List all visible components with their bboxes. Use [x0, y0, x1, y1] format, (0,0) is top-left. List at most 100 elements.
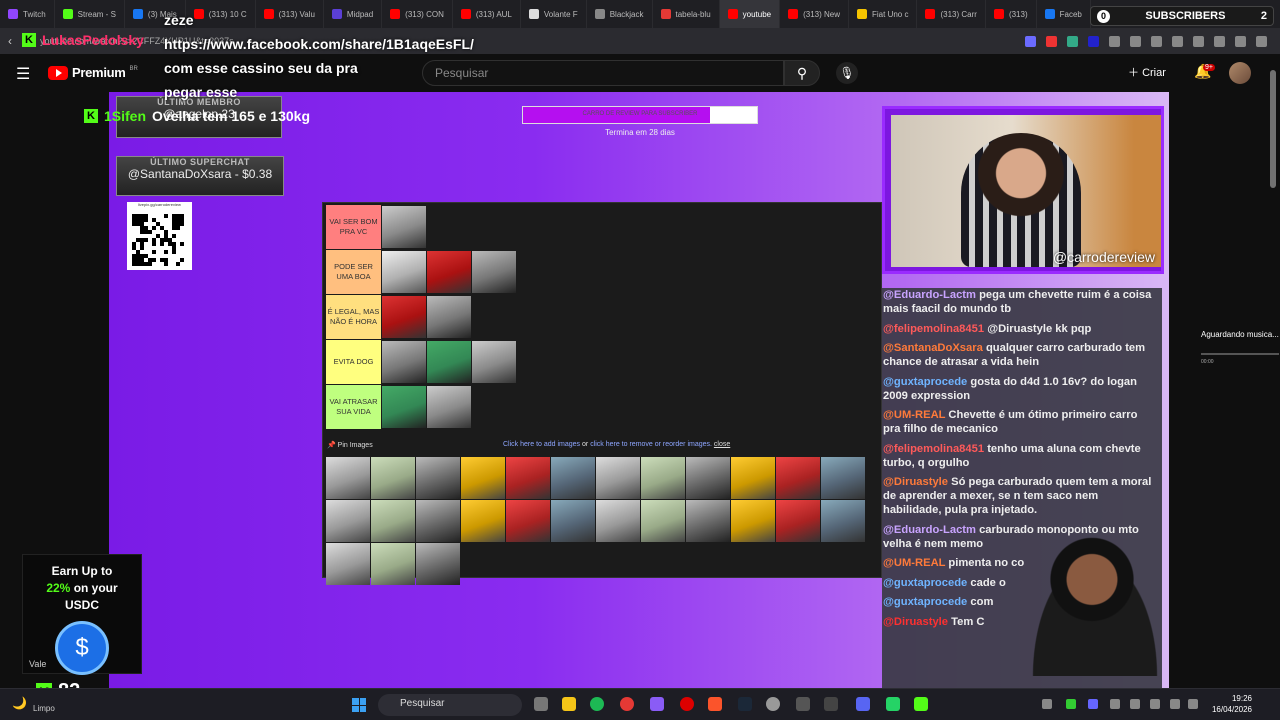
menu-icon[interactable]: ☰: [16, 64, 30, 84]
chat-username[interactable]: @UM-REAL: [883, 409, 945, 421]
car-image[interactable]: [382, 251, 426, 293]
chat-username[interactable]: @guxtaprocede: [883, 577, 967, 589]
pool-car-image[interactable]: [821, 500, 865, 542]
pool-car-image[interactable]: [326, 457, 370, 499]
windows-start-button[interactable]: [352, 698, 366, 712]
browser-tab[interactable]: (313) New: [780, 0, 850, 28]
browser-tab[interactable]: youtube: [719, 0, 781, 28]
tray-icon[interactable]: [1066, 699, 1076, 709]
pool-car-image[interactable]: [641, 500, 685, 542]
close-link[interactable]: close: [714, 441, 730, 448]
chat-username[interactable]: @guxtaprocede: [883, 376, 967, 388]
browser-tab[interactable]: (313): [986, 0, 1037, 28]
steam-icon[interactable]: [738, 697, 752, 711]
pool-car-image[interactable]: [371, 457, 415, 499]
car-image[interactable]: [382, 386, 426, 428]
car-image[interactable]: [472, 341, 516, 383]
sidebar-icon[interactable]: [1193, 35, 1204, 47]
discord-icon[interactable]: [856, 697, 870, 711]
pool-car-image[interactable]: [551, 457, 595, 499]
page-scrollbar[interactable]: [1270, 70, 1276, 188]
car-image[interactable]: [427, 251, 471, 293]
network-icon[interactable]: [1150, 699, 1160, 709]
extension-icon[interactable]: [1130, 35, 1141, 47]
tray-icon[interactable]: [1042, 699, 1052, 709]
pool-car-image[interactable]: [506, 500, 550, 542]
extension-icon[interactable]: [1046, 35, 1057, 47]
pool-car-image[interactable]: [461, 457, 505, 499]
tray-icon[interactable]: [1088, 699, 1098, 709]
tray-icon[interactable]: [1110, 699, 1120, 709]
tray-icon[interactable]: [1130, 699, 1140, 709]
pool-car-image[interactable]: [731, 457, 775, 499]
shield-icon[interactable]: [1235, 35, 1246, 47]
pool-car-image[interactable]: [776, 457, 820, 499]
extension-icon[interactable]: [1067, 35, 1078, 47]
extensions-icon[interactable]: [1151, 35, 1162, 47]
ad-banner[interactable]: Earn Up to 22% on your USDC $ Vale: [22, 554, 142, 675]
chat-username[interactable]: @UM-REAL: [883, 557, 945, 569]
opera-icon[interactable]: [680, 697, 694, 711]
pool-car-image[interactable]: [731, 500, 775, 542]
back-icon[interactable]: ‹: [0, 34, 20, 48]
microphone-icon[interactable]: 🎙: [836, 62, 858, 84]
kick-app-icon[interactable]: [914, 697, 928, 711]
browser-tab[interactable]: (313) Carr: [917, 0, 986, 28]
chat-username[interactable]: @SantanaDoXsara: [883, 342, 983, 354]
car-image[interactable]: [382, 206, 426, 248]
pool-car-image[interactable]: [821, 457, 865, 499]
pool-car-image[interactable]: [506, 457, 550, 499]
add-images-link[interactable]: Click here to add images: [503, 441, 580, 448]
car-image[interactable]: [427, 386, 471, 428]
browser-tab[interactable]: Fiat Uno c: [849, 0, 918, 28]
pool-car-image[interactable]: [416, 543, 460, 585]
browser-tab[interactable]: Faceb: [1037, 0, 1091, 28]
taskbar-search[interactable]: Pesquisar: [378, 694, 522, 716]
pool-car-image[interactable]: [596, 500, 640, 542]
pool-car-image[interactable]: [551, 500, 595, 542]
browser-tab[interactable]: (313) AUL: [453, 0, 521, 28]
car-image[interactable]: [472, 251, 516, 293]
create-button[interactable]: ＋ Criar: [1128, 64, 1166, 80]
music-icon[interactable]: [1172, 35, 1183, 47]
car-image[interactable]: [427, 296, 471, 338]
remove-images-link[interactable]: click here to remove or reorder images.: [590, 441, 712, 448]
brave-icon[interactable]: [708, 697, 722, 711]
car-image[interactable]: [427, 341, 471, 383]
menu-icon[interactable]: [1256, 35, 1267, 47]
extension-icon[interactable]: [1088, 35, 1099, 47]
pool-car-image[interactable]: [641, 457, 685, 499]
pool-car-image[interactable]: [596, 457, 640, 499]
app-icon[interactable]: [796, 697, 810, 711]
download-icon[interactable]: [1214, 35, 1225, 47]
extension-icon[interactable]: [1025, 35, 1036, 47]
browser-tab[interactable]: tabela-blu: [653, 0, 720, 28]
chat-username[interactable]: @Diruastyle: [883, 476, 948, 488]
pool-car-image[interactable]: [371, 543, 415, 585]
browser-tab[interactable]: Volante F: [521, 0, 587, 28]
pool-car-image[interactable]: [776, 500, 820, 542]
volume-icon[interactable]: [1188, 699, 1198, 709]
search-button[interactable]: ⚲: [784, 60, 820, 86]
pool-car-image[interactable]: [416, 457, 460, 499]
obs-icon[interactable]: [766, 697, 780, 711]
car-image[interactable]: [382, 341, 426, 383]
chat-username[interactable]: @guxtaprocede: [883, 596, 967, 608]
pool-car-image[interactable]: [326, 543, 370, 585]
pool-car-image[interactable]: [326, 500, 370, 542]
chat-username[interactable]: @Eduardo-Lactm: [883, 289, 976, 301]
browser-tab[interactable]: Stream - S: [55, 0, 125, 28]
chrome-icon[interactable]: [620, 697, 634, 711]
app-icon[interactable]: [650, 697, 664, 711]
pool-car-image[interactable]: [686, 500, 730, 542]
pool-car-image[interactable]: [461, 500, 505, 542]
system-clock[interactable]: 19:26 16/04/2026: [1210, 693, 1252, 715]
chat-username[interactable]: @Eduardo-Lactm: [883, 524, 976, 536]
chat-username[interactable]: @felipemolina8451: [883, 323, 984, 335]
search-input[interactable]: Pesquisar: [422, 60, 784, 86]
pool-car-image[interactable]: [686, 457, 730, 499]
weather-icon[interactable]: 🌙: [12, 696, 27, 710]
pool-car-image[interactable]: [416, 500, 460, 542]
youtube-logo[interactable]: Premium BR: [48, 65, 138, 80]
chat-username[interactable]: @Diruastyle: [883, 616, 948, 628]
